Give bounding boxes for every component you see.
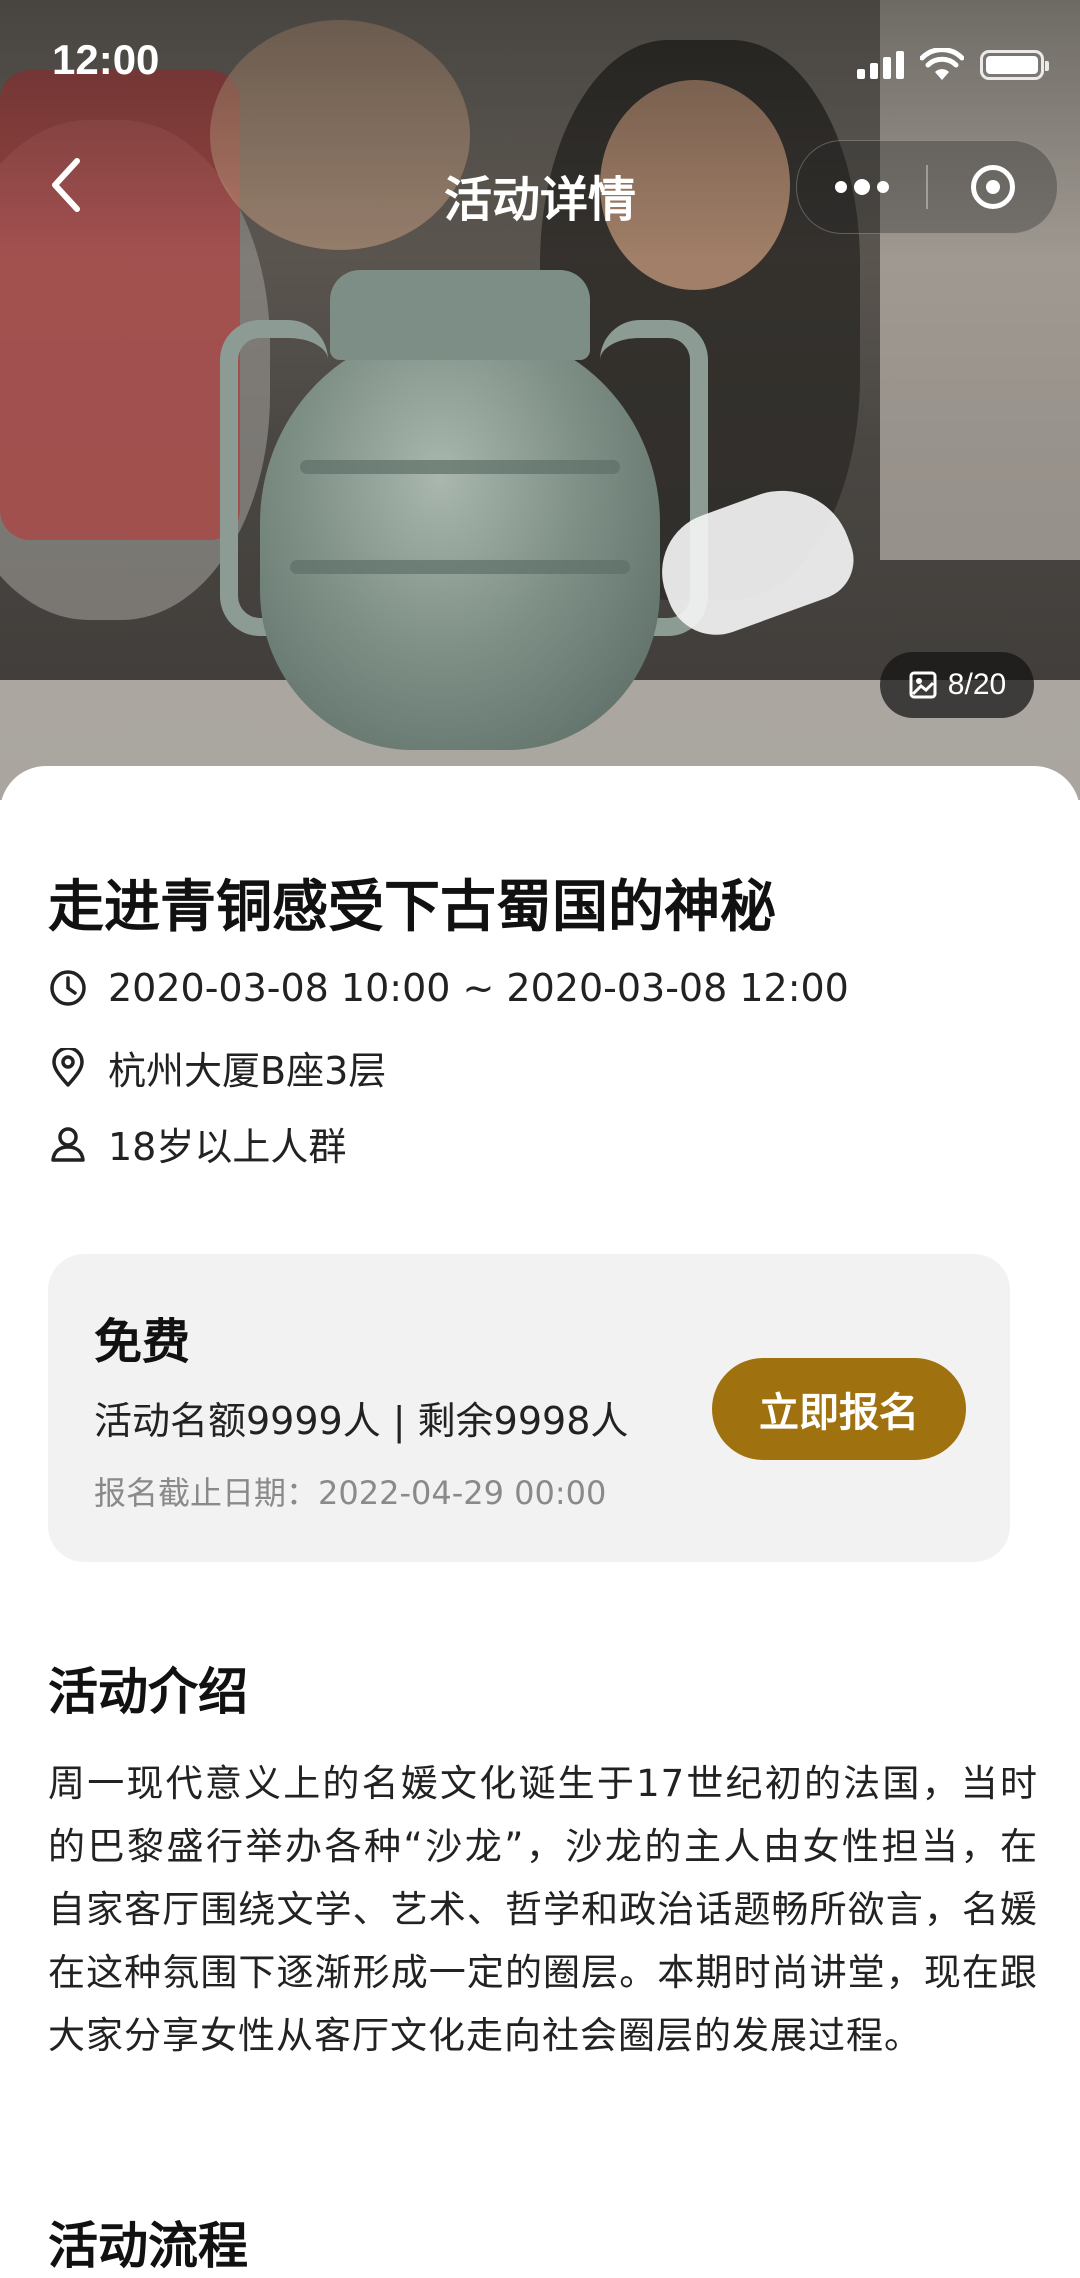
deadline-text: 报名截止日期：2022-04-29 00:00 (94, 1474, 607, 1512)
event-location-row[interactable]: 杭州大厦B座3层 (48, 1040, 386, 1095)
event-time-row: 2020-03-08 10:00 ~ 2020-03-08 12:00 (48, 966, 849, 1010)
intro-section-title: 活动介绍 (48, 1662, 248, 1721)
target-icon (970, 165, 1015, 209)
bronze-vessel-neck (330, 270, 590, 360)
wifi-icon (920, 48, 964, 80)
event-time: 2020-03-08 10:00 ~ 2020-03-08 12:00 (108, 966, 849, 1010)
bronze-vessel (260, 330, 660, 750)
signal-icon (857, 51, 904, 79)
location-pin-icon (52, 1047, 84, 1087)
vessel-decoration (300, 460, 620, 474)
intro-text: 周一现代意义上的名媛文化诞生于17世纪初的法国，当时的巴黎盛行举办各种“沙龙”，… (48, 1762, 1038, 2057)
price-label: 免费 (94, 1314, 191, 1370)
image-counter[interactable]: 8/20 (880, 652, 1034, 718)
more-button[interactable] (797, 141, 926, 233)
status-time: 12:00 (52, 36, 160, 83)
quota-text: 活动名额9999人 | 剩余9998人 (94, 1399, 629, 1443)
mini-program-capsule (796, 140, 1058, 234)
clock-icon (50, 970, 86, 1006)
event-audience-row: 18岁以上人群 (48, 1116, 346, 1171)
more-dots-icon (834, 179, 889, 195)
image-counter-text: 8/20 (947, 668, 1007, 701)
gallery-icon (909, 671, 937, 699)
vessel-decoration (290, 560, 630, 574)
close-button[interactable] (928, 141, 1057, 233)
event-title: 走进青铜感受下古蜀国的神秘 (48, 874, 776, 940)
registration-panel: 免费 活动名额9999人 | 剩余9998人 报名截止日期：2022-04-29… (48, 1254, 1010, 1562)
event-audience: 18岁以上人群 (108, 1125, 347, 1169)
user-icon (51, 1126, 85, 1162)
signup-button[interactable]: 立即报名 (712, 1358, 966, 1460)
event-location: 杭州大厦B座3层 (108, 1049, 387, 1093)
flow-section-title: 活动流程 (48, 2216, 248, 2275)
battery-icon (980, 50, 1049, 80)
status-icons (857, 48, 1049, 82)
